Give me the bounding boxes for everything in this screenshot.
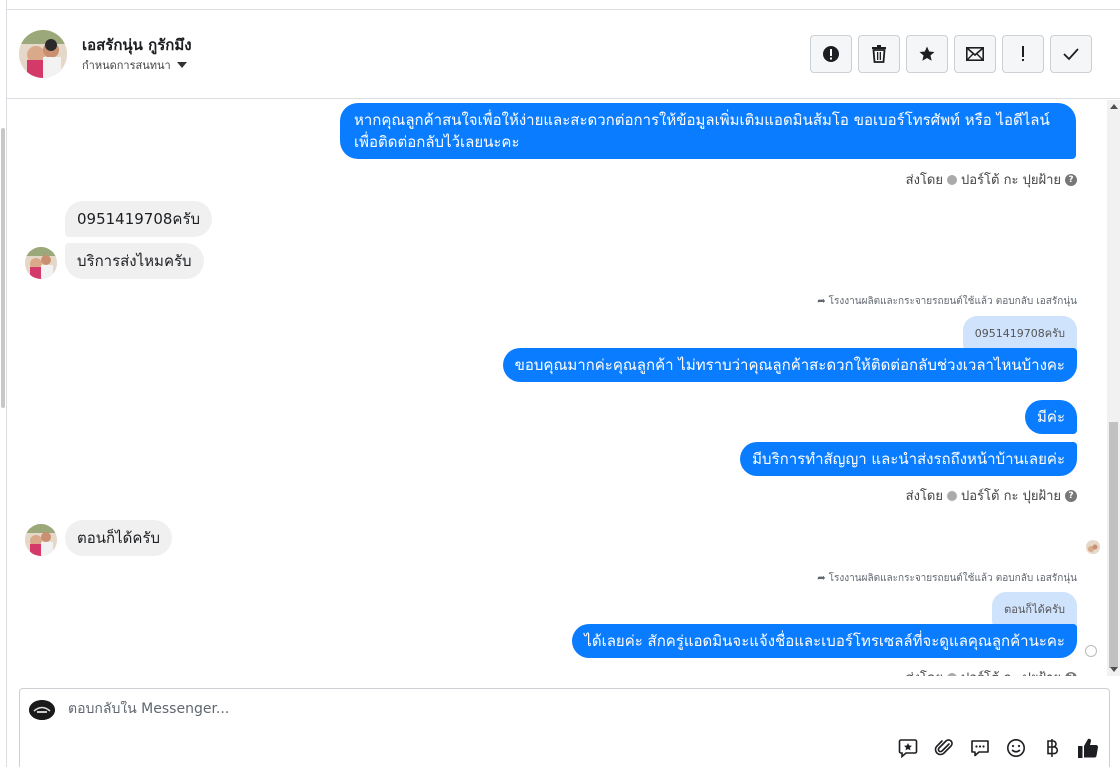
composer-tools — [896, 737, 1099, 759]
page-admin-icon — [947, 490, 957, 501]
reply-note-text: โรงงานผลิตและกระจายรถยนต์ใช้แล้ว ตอบกลับ… — [828, 296, 1077, 307]
left-scrollbar-thumb[interactable] — [1, 128, 5, 408]
help-icon[interactable]: ? — [1065, 671, 1077, 676]
important-button[interactable] — [1002, 35, 1044, 73]
page-admin-icon — [947, 672, 957, 676]
saved-reply-button[interactable] — [896, 737, 919, 759]
sent-by-label: ส่งโดย ปอร์โต้ กะ ปุยฝ้าย ? — [906, 485, 1077, 506]
page-avatar — [29, 700, 55, 720]
conversation-header: เอสรักนุ่น กูรักมึง กำหนดการสนทนา — [7, 10, 1120, 99]
incoming-message[interactable]: บริการส่งไหมครับ — [65, 243, 204, 279]
reply-arrow-icon: ➦ — [817, 573, 826, 584]
trash-icon — [872, 45, 886, 63]
reply-note-text: โรงงานผลิตและกระจายรถยนต์ใช้แล้ว ตอบกลับ… — [828, 573, 1077, 584]
sender-name[interactable]: ปอร์โต้ กะ ปุยฝ้าย — [961, 169, 1061, 190]
payment-button[interactable] — [1040, 737, 1063, 759]
outgoing-message[interactable]: ขอบคุณมากค่ะคุณลูกค้า ไม่ทราบว่าคุณลูกค้… — [502, 348, 1077, 382]
alert-circle-icon — [823, 46, 839, 62]
reply-arrow-icon: ➦ — [817, 296, 826, 307]
mark-unread-button[interactable] — [954, 35, 996, 73]
done-button[interactable] — [1050, 35, 1092, 73]
like-icon — [1077, 738, 1098, 758]
scroll-up-icon[interactable] — [1110, 104, 1118, 109]
attachment-icon — [934, 739, 953, 756]
outgoing-message[interactable]: มีค่ะ — [1025, 400, 1077, 434]
contact-avatar-small[interactable] — [25, 524, 57, 556]
conversation-label: กำหนดการสนทนา — [82, 59, 171, 72]
sent-by-text: ส่งโดย — [906, 667, 943, 676]
contact-avatar[interactable] — [19, 30, 67, 78]
message-scrollbar[interactable] — [1107, 100, 1120, 676]
delete-button[interactable] — [858, 35, 900, 73]
contact-avatar-small[interactable] — [25, 247, 57, 279]
seen-avatar — [1086, 540, 1100, 554]
message-composer — [19, 688, 1110, 767]
scroll-down-icon[interactable] — [1110, 667, 1118, 672]
scrollbar-thumb[interactable] — [1109, 422, 1118, 668]
attach-button[interactable] — [932, 737, 955, 759]
incoming-message[interactable]: 0951419708ครับ — [65, 201, 213, 237]
sent-by-label: ส่งโดย ปอร์โต้ กะ ปุยฝ้าย ? — [906, 169, 1077, 190]
reply-note: ➦ โรงงานผลิตและกระจายรถยนต์ใช้แล้ว ตอบกล… — [817, 294, 1077, 309]
reply-note: ➦ โรงงานผลิตและกระจายรถยนต์ใช้แล้ว ตอบกล… — [817, 571, 1077, 586]
conversation-label-dropdown[interactable]: กำหนดการสนทนา — [82, 56, 187, 74]
outgoing-message[interactable]: มีบริการทำสัญญา และนำส่งรถถึงหน้าบ้านเลย… — [740, 442, 1077, 476]
envelope-icon — [966, 47, 984, 61]
star-button[interactable] — [906, 35, 948, 73]
exclamation-icon — [1022, 46, 1024, 61]
report-button[interactable] — [810, 35, 852, 73]
outgoing-message[interactable]: หากคุณลูกค้าสนใจเพื่อให้ง่ายและสะดวกต่อก… — [340, 103, 1076, 159]
sent-by-label: ส่งโดย ปอร์โต้ กะ ปุยฝ้าย ? — [906, 667, 1077, 676]
message-text: หากคุณลูกค้าสนใจเพื่อให้ง่ายและสะดวกต่อก… — [354, 111, 1050, 129]
emoji-icon — [1006, 739, 1025, 757]
saved-reply-icon — [898, 739, 917, 758]
messenger-app: เอสรักนุ่น กูรักมึง กำหนดการสนทนา หากคุณ… — [0, 0, 1120, 767]
header-actions — [810, 35, 1092, 73]
sent-by-text: ส่งโดย — [905, 489, 943, 504]
message-list: หากคุณลูกค้าสนใจเพื่อให้ง่ายและสะดวกต่อก… — [7, 100, 1120, 676]
like-button[interactable] — [1076, 737, 1099, 759]
help-icon[interactable]: ? — [1065, 489, 1077, 502]
baht-icon — [1046, 739, 1058, 757]
help-icon[interactable]: ? — [1065, 173, 1077, 186]
sent-by-text: ส่งโดย — [905, 173, 943, 188]
page-admin-icon — [947, 174, 957, 185]
star-icon — [919, 46, 935, 61]
check-icon — [1063, 48, 1079, 61]
outgoing-message[interactable]: ได้เลยค่ะ สักครู่แอดมินจะแจ้งชื่อและเบอร… — [572, 624, 1077, 658]
incoming-message[interactable]: ตอนก็ได้ครับ — [65, 520, 172, 556]
reply-input[interactable] — [68, 701, 868, 717]
message-text: เพื่อติดต่อกลับไว้เลยนะคะ — [354, 133, 520, 151]
chat-icon — [970, 740, 989, 757]
contact-name[interactable]: เอสรักนุ่น กูรักมึง — [82, 33, 192, 57]
sender-name[interactable]: ปอร์โต้ กะ ปุยฝ้าย — [961, 485, 1061, 506]
emoji-button[interactable] — [1004, 737, 1027, 759]
sent-status-icon — [1085, 645, 1097, 657]
sender-name[interactable]: ปอร์โต้ กะ ปุยฝ้าย — [961, 667, 1061, 676]
chat-button[interactable] — [968, 737, 991, 759]
caret-down-icon — [176, 62, 187, 68]
